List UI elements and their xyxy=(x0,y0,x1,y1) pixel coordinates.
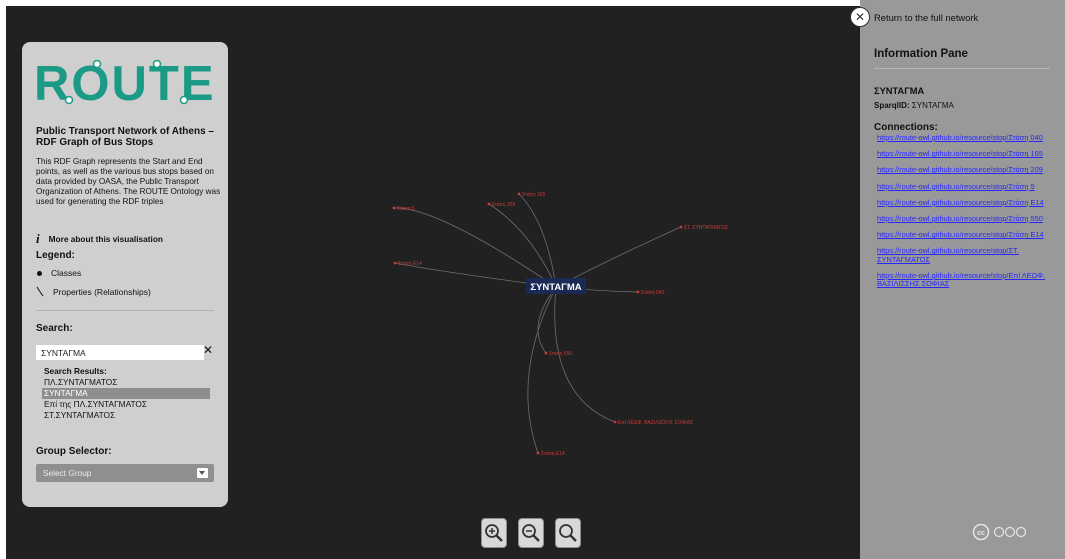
connection-link[interactable]: https://route-owl.github.io/resource/sto… xyxy=(877,182,1035,191)
graph-node-label[interactable]: ΣΤ. ΣΥΝΤΑΓΜΑΤΟΣ xyxy=(684,225,728,231)
panel-title: Public Transport Network of Athens – RDF… xyxy=(36,126,214,148)
graph-edge xyxy=(527,286,557,454)
group-selector-title: Group Selector: xyxy=(36,446,112,457)
zoom-reset-button[interactable] xyxy=(555,518,581,548)
search-result-item[interactable]: ΣΤ.ΣΥΝΤΑΓΜΑΤΟΣ xyxy=(42,410,210,421)
creative-commons-license-icon: cc xyxy=(972,523,1027,541)
left-panel: ROUTE Public Transport Network of Athens… xyxy=(22,42,228,507)
graph-node-label[interactable]: Στάση 5 xyxy=(397,205,415,212)
connection-link[interactable]: https://route-owl.github.io/resource/sto… xyxy=(877,214,1043,223)
graph-node[interactable] xyxy=(392,206,396,210)
more-about-label: More about this visualisation xyxy=(48,234,163,244)
class-dot-icon xyxy=(37,270,42,276)
connection-link[interactable]: https://route-owl.github.io/resource/sto… xyxy=(877,230,1044,239)
graph-node-label[interactable]: Επί ΛΕΩΦ. ΒΑΣΙΛΙΣΣΗΣ ΣΟΦΙΑΣ xyxy=(618,420,693,426)
zoom-out-icon xyxy=(522,524,540,542)
search-result-item[interactable]: ΠΛ.ΣΥΝΤΑΓΜΑΤΟΣ xyxy=(42,377,210,388)
legend-properties-label: Properties (Relationships) xyxy=(53,286,151,297)
connection-link[interactable]: https://route-owl.github.io/resource/sto… xyxy=(877,246,1019,264)
zoom-out-button[interactable] xyxy=(518,518,544,548)
legend-classes: Classes xyxy=(36,268,81,278)
selected-node-name: ΣΥΝΤΑΓΜΑ xyxy=(874,86,925,96)
graph-node[interactable] xyxy=(544,351,548,355)
connection-link[interactable]: https://route-owl.github.io/resource/sto… xyxy=(877,149,1043,158)
graph-node-label[interactable]: Στάση 209 xyxy=(492,201,515,208)
information-pane: ✕ Return to the full network Information… xyxy=(850,0,1065,559)
graph-node[interactable] xyxy=(517,192,521,196)
graph-edge xyxy=(488,203,557,288)
more-about-link[interactable]: i More about this visualisation xyxy=(36,231,163,247)
graph-node[interactable] xyxy=(636,290,640,294)
graph-node-label[interactable]: Στάση Ε14 xyxy=(398,260,422,267)
pane-divider xyxy=(874,68,1050,69)
graph-node[interactable] xyxy=(613,420,617,424)
search-results-title: Search Results: xyxy=(44,366,107,376)
legend-classes-label: Classes xyxy=(51,268,82,278)
search-results-list: ΠΛ.ΣΥΝΤΑΓΜΑΤΟΣ ΣΥΝΤΑΓΜΑ Επί της ΠΛ.ΣΥΝΤΑ… xyxy=(42,377,210,421)
graph-node-label[interactable]: Στάση 040 xyxy=(641,289,664,296)
group-select[interactable]: Select Group xyxy=(36,464,214,482)
route-logo: ROUTE xyxy=(34,57,216,108)
panel-description: This RDF Graph represents the Start and … xyxy=(36,157,221,206)
close-icon: ✕ xyxy=(850,7,870,27)
search-input[interactable] xyxy=(36,345,204,360)
graph-node-label[interactable]: Στάση Ε14 xyxy=(541,450,565,457)
zoom-reset-icon xyxy=(559,524,577,542)
sparql-id-value: ΣΥΝΤΑΓΜΑ xyxy=(911,101,954,110)
search-result-item-selected[interactable]: ΣΥΝΤΑΓΜΑ xyxy=(42,388,210,399)
graph-edge xyxy=(537,286,557,354)
legend-title: Legend: xyxy=(36,250,75,261)
connection-link[interactable]: https://route-owl.github.io/resource/sto… xyxy=(877,165,1043,174)
zoom-in-button[interactable] xyxy=(481,518,507,548)
graph-node[interactable] xyxy=(679,225,683,229)
group-select-value: Select Group xyxy=(43,468,92,478)
return-label: Return to the full network xyxy=(874,11,979,23)
zoom-in-icon xyxy=(485,524,503,542)
graph-node[interactable] xyxy=(536,451,540,455)
search-result-item[interactable]: Επί της ΠΛ.ΣΥΝΤΑΓΜΑΤΟΣ xyxy=(42,399,210,410)
return-to-full-network-button[interactable]: ✕ Return to the full network xyxy=(850,7,978,27)
panel-divider xyxy=(36,310,214,311)
connection-link[interactable]: https://route-owl.github.io/resource/sto… xyxy=(877,133,1043,142)
legend-properties: Properties (Relationships) xyxy=(36,286,151,297)
relationship-line-icon xyxy=(36,286,44,297)
information-pane-title: Information Pane xyxy=(874,48,968,60)
graph-node[interactable] xyxy=(487,202,491,206)
connection-link[interactable]: https://route-owl.github.io/resource/sto… xyxy=(877,271,1045,288)
chevron-down-icon xyxy=(197,468,208,478)
graph-node-label[interactable]: Στάση 165 xyxy=(522,191,545,198)
clear-search-icon[interactable]: ✕ xyxy=(203,343,213,357)
graph-node-label[interactable]: Στάση 550 xyxy=(549,350,572,357)
search-title: Search: xyxy=(36,323,73,334)
sparql-id: SparqlID: ΣΥΝΤΑΓΜΑ xyxy=(874,101,954,110)
route-logo-text: ROUTE xyxy=(34,57,216,108)
connection-link[interactable]: https://route-owl.github.io/resource/sto… xyxy=(877,198,1044,207)
info-icon: i xyxy=(36,231,40,246)
graph-edge xyxy=(393,207,557,288)
graph-edge xyxy=(518,193,557,288)
sparql-id-label: SparqlID: xyxy=(874,101,910,110)
connections-title: Connections: xyxy=(874,122,938,133)
center-node-label[interactable]: ΣΥΝΤΑΓΜΑ xyxy=(530,282,581,293)
svg-text:cc: cc xyxy=(977,530,985,537)
graph-node[interactable] xyxy=(393,261,397,265)
connections-list: https://route-owl.github.io/resource/sto… xyxy=(877,133,1063,297)
